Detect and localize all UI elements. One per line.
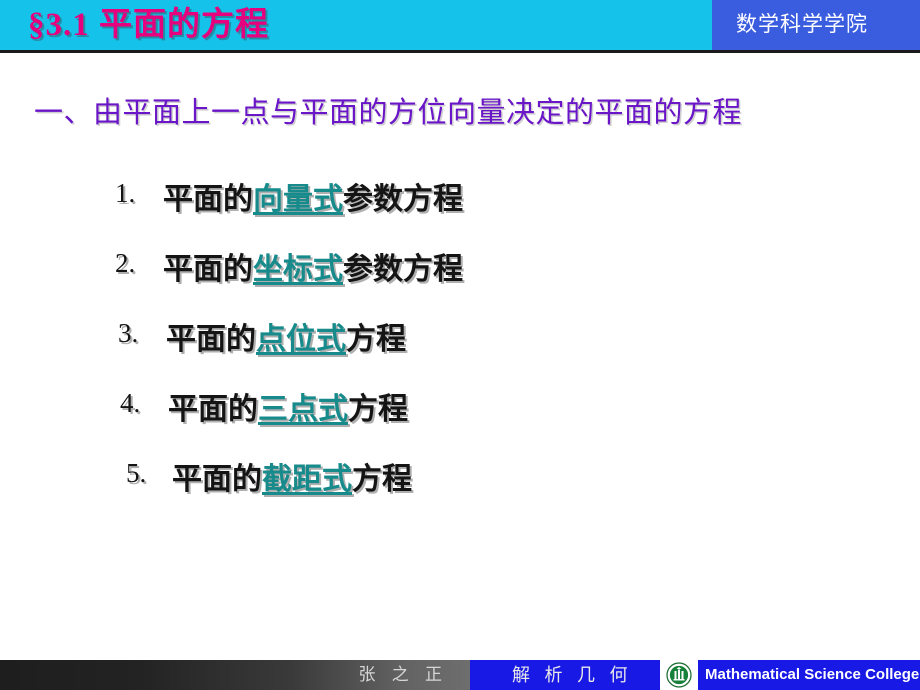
list-item-text: 平面的三点式方程: [168, 384, 408, 428]
list-item-suffix: 方程: [346, 323, 406, 356]
list-item-keyword: 向量式: [253, 183, 343, 216]
slide-footer: 张 之 正 解 析 几 何 Mathematical Science Colle…: [0, 660, 920, 690]
list-item: 1. 平面的向量式参数方程: [0, 170, 920, 240]
list-item-number: 2.: [115, 248, 136, 278]
list-item-keyword: 坐标式: [253, 253, 343, 286]
list-item-keyword: 点位式: [256, 323, 346, 356]
list-item-number: 3.: [118, 318, 139, 348]
list-item-text: 平面的坐标式参数方程: [163, 244, 463, 288]
author-label: 张 之 正: [358, 665, 448, 684]
list-item: 5. 平面的截距式方程: [0, 450, 920, 520]
list-item-prefix: 平面的: [163, 183, 253, 216]
college-label: Mathematical Science College: [705, 666, 920, 683]
slide-header: §3.1 平面的方程 数学科学学院: [0, 0, 920, 53]
list-item-number: 1.: [115, 178, 136, 208]
organization-label: 数学科学学院: [736, 12, 868, 36]
list-item-keyword: 三点式: [258, 393, 348, 426]
university-seal-icon: [666, 662, 692, 688]
page-title: §3.1 平面的方程: [28, 7, 269, 43]
list-item-suffix: 方程: [352, 463, 412, 496]
list-item-prefix: 平面的: [163, 253, 253, 286]
footer-author-band: 张 之 正: [0, 660, 470, 690]
footer-college-band: Mathematical Science College: [698, 660, 920, 690]
course-label: 解 析 几 何: [512, 665, 633, 685]
list-item: 4. 平面的三点式方程: [0, 380, 920, 450]
list-item-prefix: 平面的: [168, 393, 258, 426]
header-divider: [0, 50, 920, 53]
list-item-suffix: 参数方程: [343, 183, 463, 216]
footer-logo-container: [660, 660, 698, 690]
list-item-prefix: 平面的: [172, 463, 262, 496]
list-item-suffix: 参数方程: [343, 253, 463, 286]
list-item-keyword: 截距式: [262, 463, 352, 496]
section-subtitle: 一、由平面上一点与平面的方位向量决定的平面的方程: [34, 97, 743, 129]
footer-course-band: 解 析 几 何: [470, 660, 660, 690]
list-item: 3. 平面的点位式方程: [0, 310, 920, 380]
list-item: 2. 平面的坐标式参数方程: [0, 240, 920, 310]
list-item-text: 平面的截距式方程: [172, 454, 412, 498]
list-item-prefix: 平面的: [166, 323, 256, 356]
list-item-text: 平面的点位式方程: [166, 314, 406, 358]
list-item-number: 4.: [120, 388, 141, 418]
list-item-text: 平面的向量式参数方程: [163, 174, 463, 218]
list-item-suffix: 方程: [348, 393, 408, 426]
list-item-number: 5.: [126, 458, 147, 488]
topic-list: 1. 平面的向量式参数方程 2. 平面的坐标式参数方程 3. 平面的点位式方程 …: [0, 170, 920, 520]
